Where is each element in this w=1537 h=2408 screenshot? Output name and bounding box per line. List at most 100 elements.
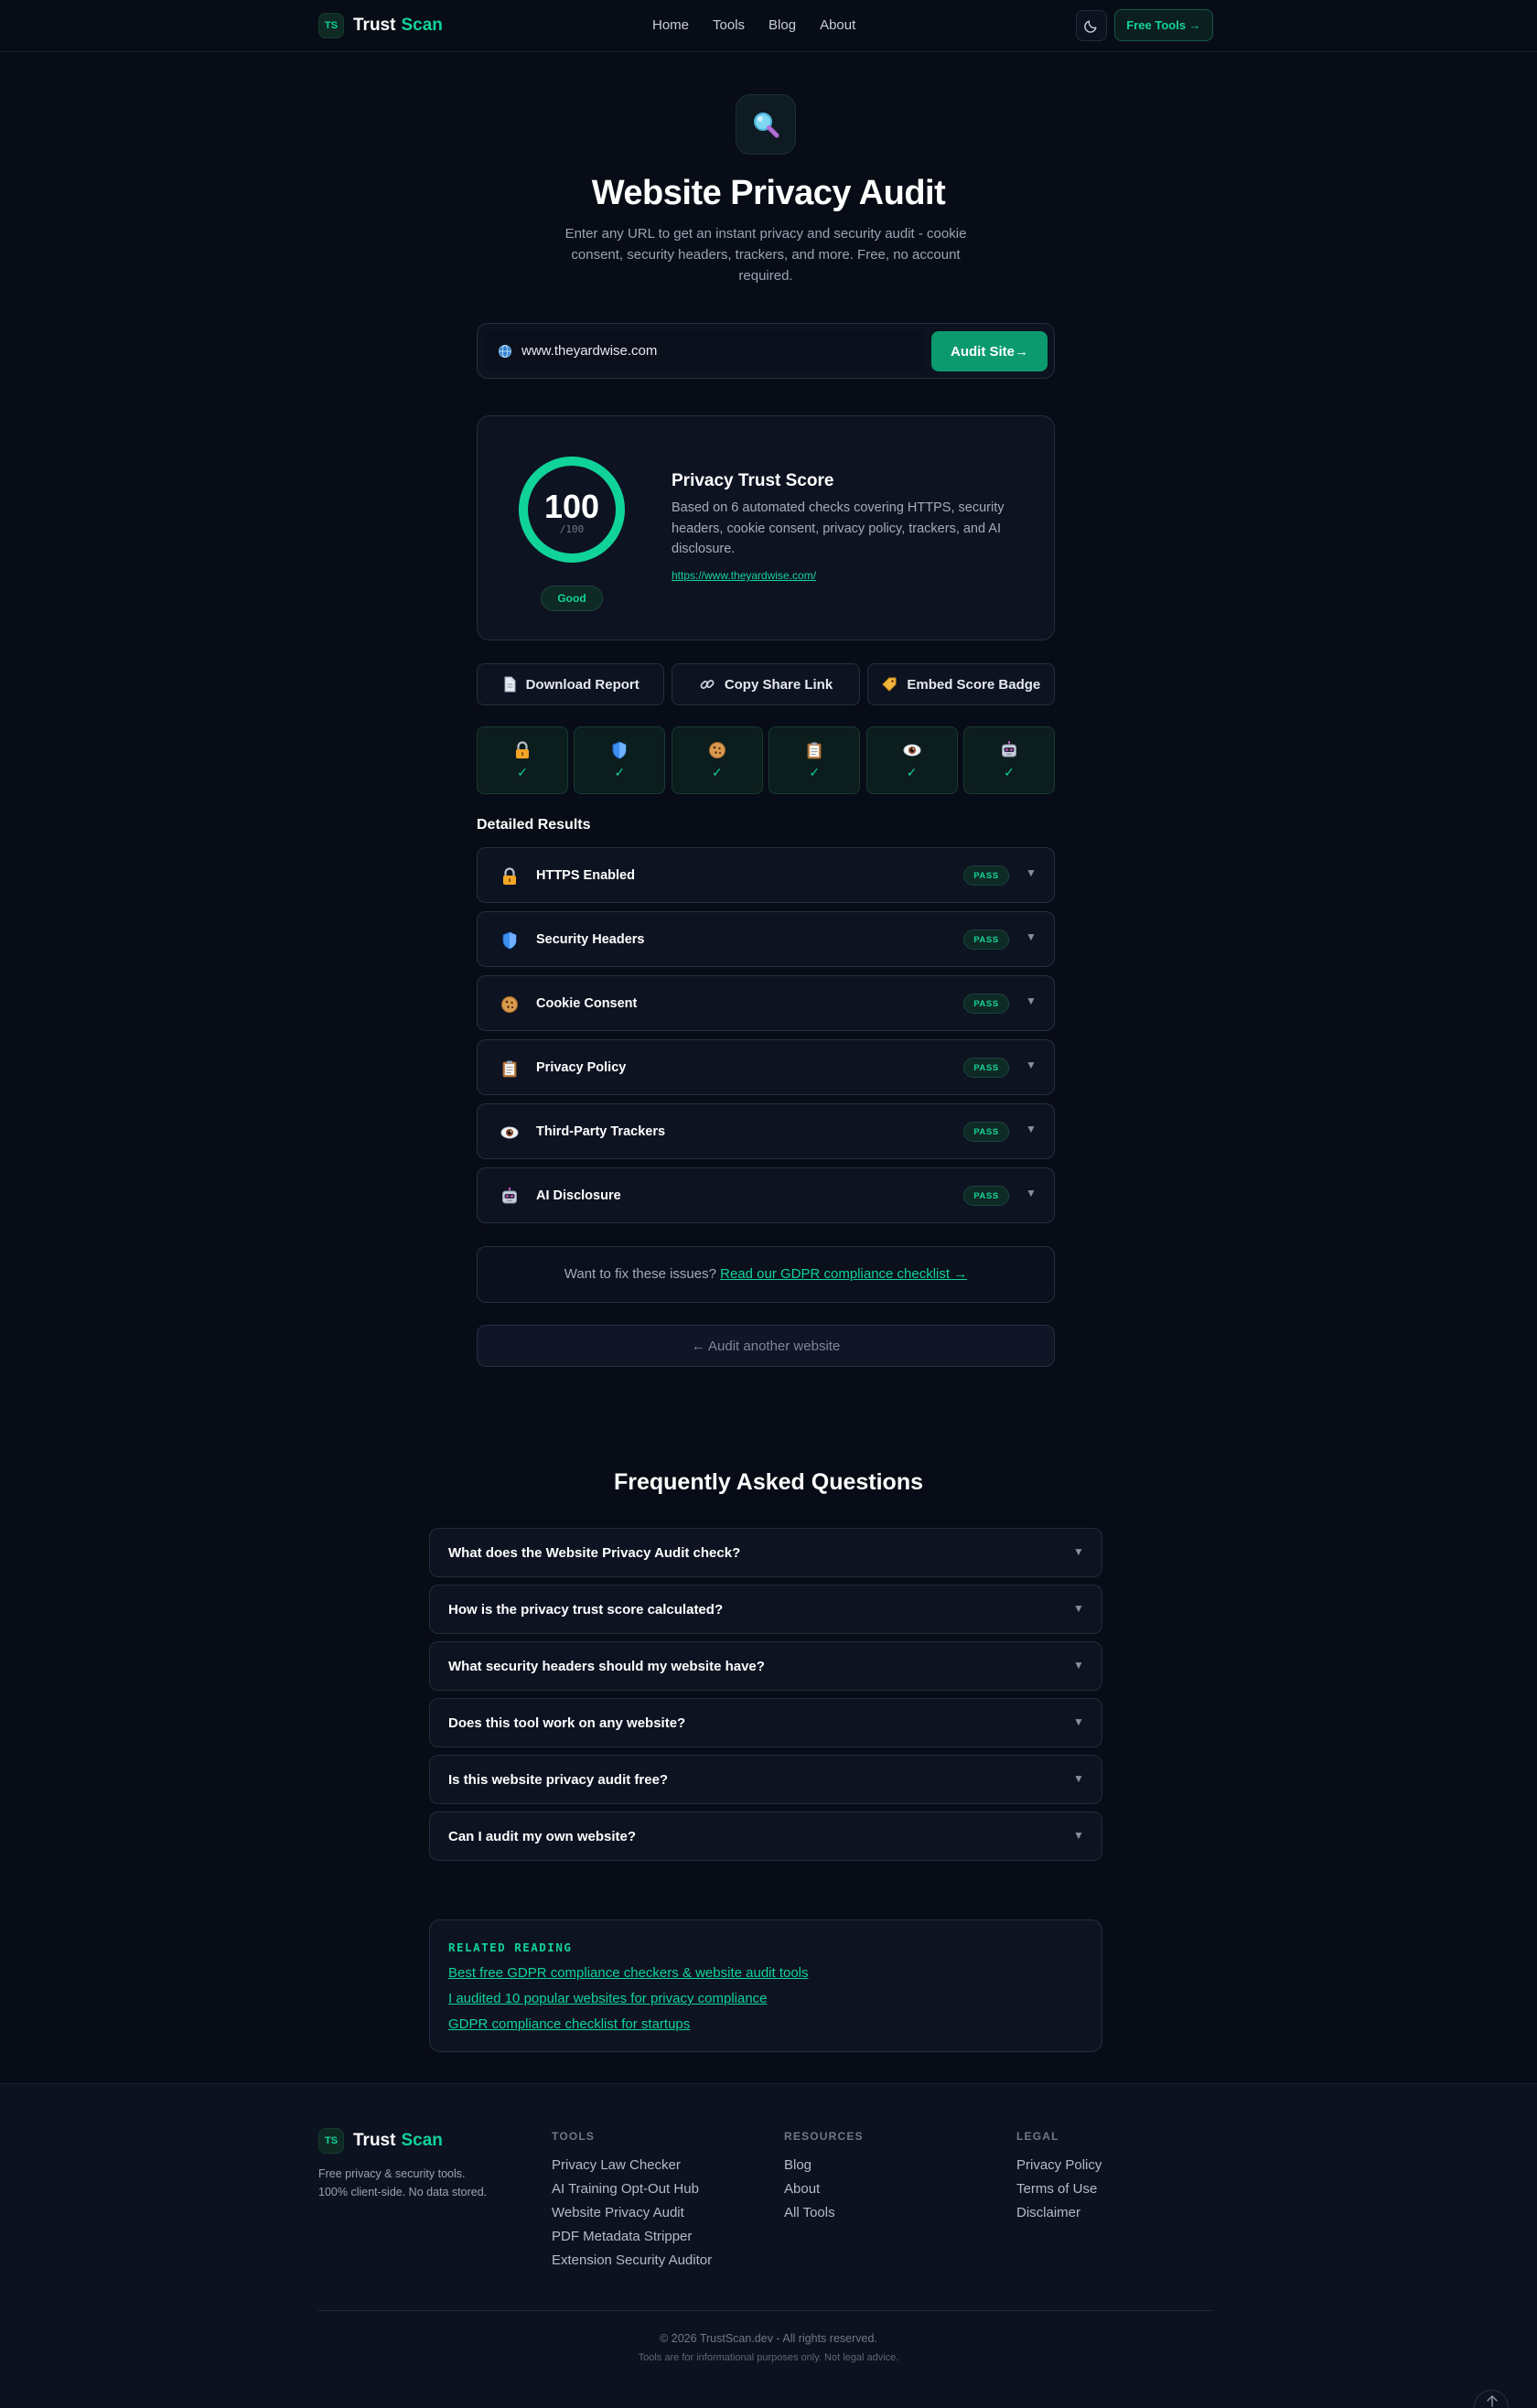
- status-badge: PASS: [963, 1186, 1009, 1206]
- url-input[interactable]: www.theyardwise.com: [485, 330, 924, 371]
- site-logo[interactable]: TS Trust Scan: [318, 13, 443, 38]
- clipboard-icon: [807, 742, 822, 759]
- top-navbar: TS Trust Scan Home Tools Blog About Free …: [0, 0, 1537, 52]
- gdpr-checklist-link[interactable]: Read our GDPR compliance checklist →: [720, 1266, 967, 1282]
- tile-security-headers[interactable]: ✓: [574, 726, 666, 794]
- download-report-button[interactable]: Download Report: [477, 663, 665, 705]
- page-title: Website Privacy Audit: [591, 174, 946, 212]
- globe-icon: [499, 344, 511, 358]
- tile-check-mark: ✓: [517, 765, 528, 779]
- result-row-cookie-consent[interactable]: Cookie Consent PASS ▼: [477, 975, 1055, 1031]
- faq-item[interactable]: Does this tool work on any website? ▼: [429, 1698, 1102, 1747]
- embed-score-badge-button[interactable]: Embed Score Badge: [866, 663, 1055, 705]
- status-badge: PASS: [963, 1058, 1009, 1078]
- result-row-security-headers[interactable]: Security Headers PASS ▼: [477, 911, 1055, 967]
- audit-form: www.theyardwise.com Audit Site→: [477, 323, 1055, 379]
- lock-icon: [503, 867, 516, 885]
- cookie-icon: [708, 742, 726, 758]
- faq-question: Is this website privacy audit free?: [448, 1772, 669, 1788]
- eye-icon: [903, 744, 921, 757]
- status-badge: PASS: [963, 994, 1009, 1014]
- audit-site-button[interactable]: Audit Site→: [931, 331, 1048, 371]
- nav-link-home[interactable]: Home: [652, 17, 689, 33]
- nav-link-about[interactable]: About: [820, 17, 855, 33]
- nav-link-tools[interactable]: Tools: [713, 17, 745, 33]
- chevron-down-icon[interactable]: ▼: [1026, 930, 1037, 943]
- page-subtitle: Enter any URL to get an instant privacy …: [564, 226, 967, 284]
- free-tools-button[interactable]: Free Tools →: [1114, 9, 1213, 41]
- faq-item[interactable]: Is this website privacy audit free? ▼: [429, 1755, 1102, 1804]
- result-row-privacy-policy[interactable]: Privacy Policy PASS ▼: [477, 1039, 1055, 1095]
- back-to-top-button[interactable]: [1474, 2390, 1509, 2408]
- grade-badge: Good: [541, 586, 603, 611]
- tile-ai-disclosure[interactable]: ✓: [963, 726, 1056, 794]
- faq-heading: Frequently Asked Questions: [613, 1469, 924, 1495]
- url-input-value: www.theyardwise.com: [521, 343, 658, 359]
- chevron-down-icon[interactable]: ▼: [1026, 1059, 1037, 1071]
- footer-tagline-line: Free privacy & security tools.: [318, 2167, 466, 2180]
- chevron-down-icon: ▼: [1073, 1772, 1084, 1785]
- audit-another-button[interactable]: ← Audit another website: [477, 1325, 1055, 1367]
- related-link[interactable]: Best free GDPR compliance checkers & web…: [448, 1965, 809, 1981]
- footer-column-tools: TOOLS Privacy Law Checker AI Training Op…: [552, 2130, 712, 2276]
- cookie-icon: [501, 996, 518, 1013]
- chevron-down-icon[interactable]: ▼: [1026, 994, 1037, 1007]
- faq-item[interactable]: What does the Website Privacy Audit chec…: [429, 1528, 1102, 1577]
- tile-privacy-policy[interactable]: ✓: [768, 726, 861, 794]
- results-heading: Detailed Results: [477, 817, 591, 833]
- result-row-ai-disclosure[interactable]: AI Disclosure PASS ▼: [477, 1167, 1055, 1223]
- faq-item[interactable]: Can I audit my own website? ▼: [429, 1811, 1102, 1861]
- footer-column-title: RESOURCES: [784, 2130, 864, 2143]
- footer-column-legal: LEGAL Privacy Policy Terms of Use Discla…: [1016, 2130, 1102, 2229]
- result-label: Privacy Policy: [536, 1060, 627, 1075]
- copy-share-link-button[interactable]: Copy Share Link: [672, 663, 860, 705]
- footer-link[interactable]: All Tools: [784, 2205, 864, 2229]
- arrow-up-icon: [1487, 2395, 1498, 2407]
- result-label: Cookie Consent: [536, 996, 638, 1011]
- chevron-down-icon: ▼: [1073, 1659, 1084, 1672]
- tile-https[interactable]: ✓: [477, 726, 569, 794]
- footer-link[interactable]: Blog: [784, 2157, 864, 2181]
- audited-url-link[interactable]: https://www.theyardwise.com/: [672, 569, 816, 582]
- footer-link[interactable]: Website Privacy Audit: [552, 2205, 712, 2229]
- hero-badge: [736, 94, 796, 155]
- logo-word-scan: Scan: [401, 16, 443, 35]
- related-link[interactable]: I audited 10 popular websites for privac…: [448, 1991, 768, 2006]
- chevron-down-icon[interactable]: ▼: [1026, 866, 1037, 879]
- tile-check-mark: ✓: [711, 765, 723, 779]
- footer-link[interactable]: Privacy Law Checker: [552, 2157, 712, 2181]
- tile-cookie-consent[interactable]: ✓: [671, 726, 763, 794]
- tile-check-mark: ✓: [614, 765, 626, 779]
- chevron-down-icon[interactable]: ▼: [1026, 1187, 1037, 1199]
- faq-item[interactable]: What security headers should my website …: [429, 1641, 1102, 1691]
- tag-icon: [882, 677, 897, 692]
- footer-tagline: Free privacy & security tools. 100% clie…: [318, 2165, 520, 2201]
- footer-link[interactable]: PDF Metadata Stripper: [552, 2229, 712, 2252]
- theme-toggle-button[interactable]: [1076, 10, 1107, 41]
- status-badge: PASS: [963, 930, 1009, 950]
- status-badge: PASS: [963, 1122, 1009, 1142]
- link-icon: [700, 680, 715, 689]
- faq-item[interactable]: How is the privacy trust score calculate…: [429, 1585, 1102, 1634]
- footer-link[interactable]: Extension Security Auditor: [552, 2252, 712, 2276]
- nav-link-blog[interactable]: Blog: [768, 17, 796, 33]
- related-link[interactable]: GDPR compliance checklist for startups: [448, 2016, 690, 2032]
- download-report-label: Download Report: [525, 676, 640, 693]
- faq-question: What does the Website Privacy Audit chec…: [448, 1545, 741, 1561]
- footer-link[interactable]: AI Training Opt-Out Hub: [552, 2181, 712, 2205]
- tile-third-party-trackers[interactable]: ✓: [865, 726, 958, 794]
- footer-logo[interactable]: TS Trust Scan: [318, 2128, 443, 2154]
- moon-icon: [1084, 20, 1097, 33]
- footer-link[interactable]: About: [784, 2181, 864, 2205]
- score-title: Privacy Trust Score: [672, 471, 834, 490]
- result-row-https[interactable]: HTTPS Enabled PASS ▼: [477, 847, 1055, 903]
- footer-link[interactable]: Terms of Use: [1016, 2181, 1102, 2205]
- chevron-down-icon[interactable]: ▼: [1026, 1123, 1037, 1135]
- result-label: AI Disclosure: [536, 1188, 621, 1203]
- footer-link[interactable]: Privacy Policy: [1016, 2157, 1102, 2181]
- score-max: /100: [559, 523, 585, 535]
- result-row-third-party-trackers[interactable]: Third-Party Trackers PASS ▼: [477, 1103, 1055, 1159]
- footer-column-resources: RESOURCES Blog About All Tools: [784, 2130, 864, 2229]
- footer-link[interactable]: Disclaimer: [1016, 2205, 1102, 2229]
- score-card: 100 /100 Good Privacy Trust Score Based …: [477, 415, 1055, 640]
